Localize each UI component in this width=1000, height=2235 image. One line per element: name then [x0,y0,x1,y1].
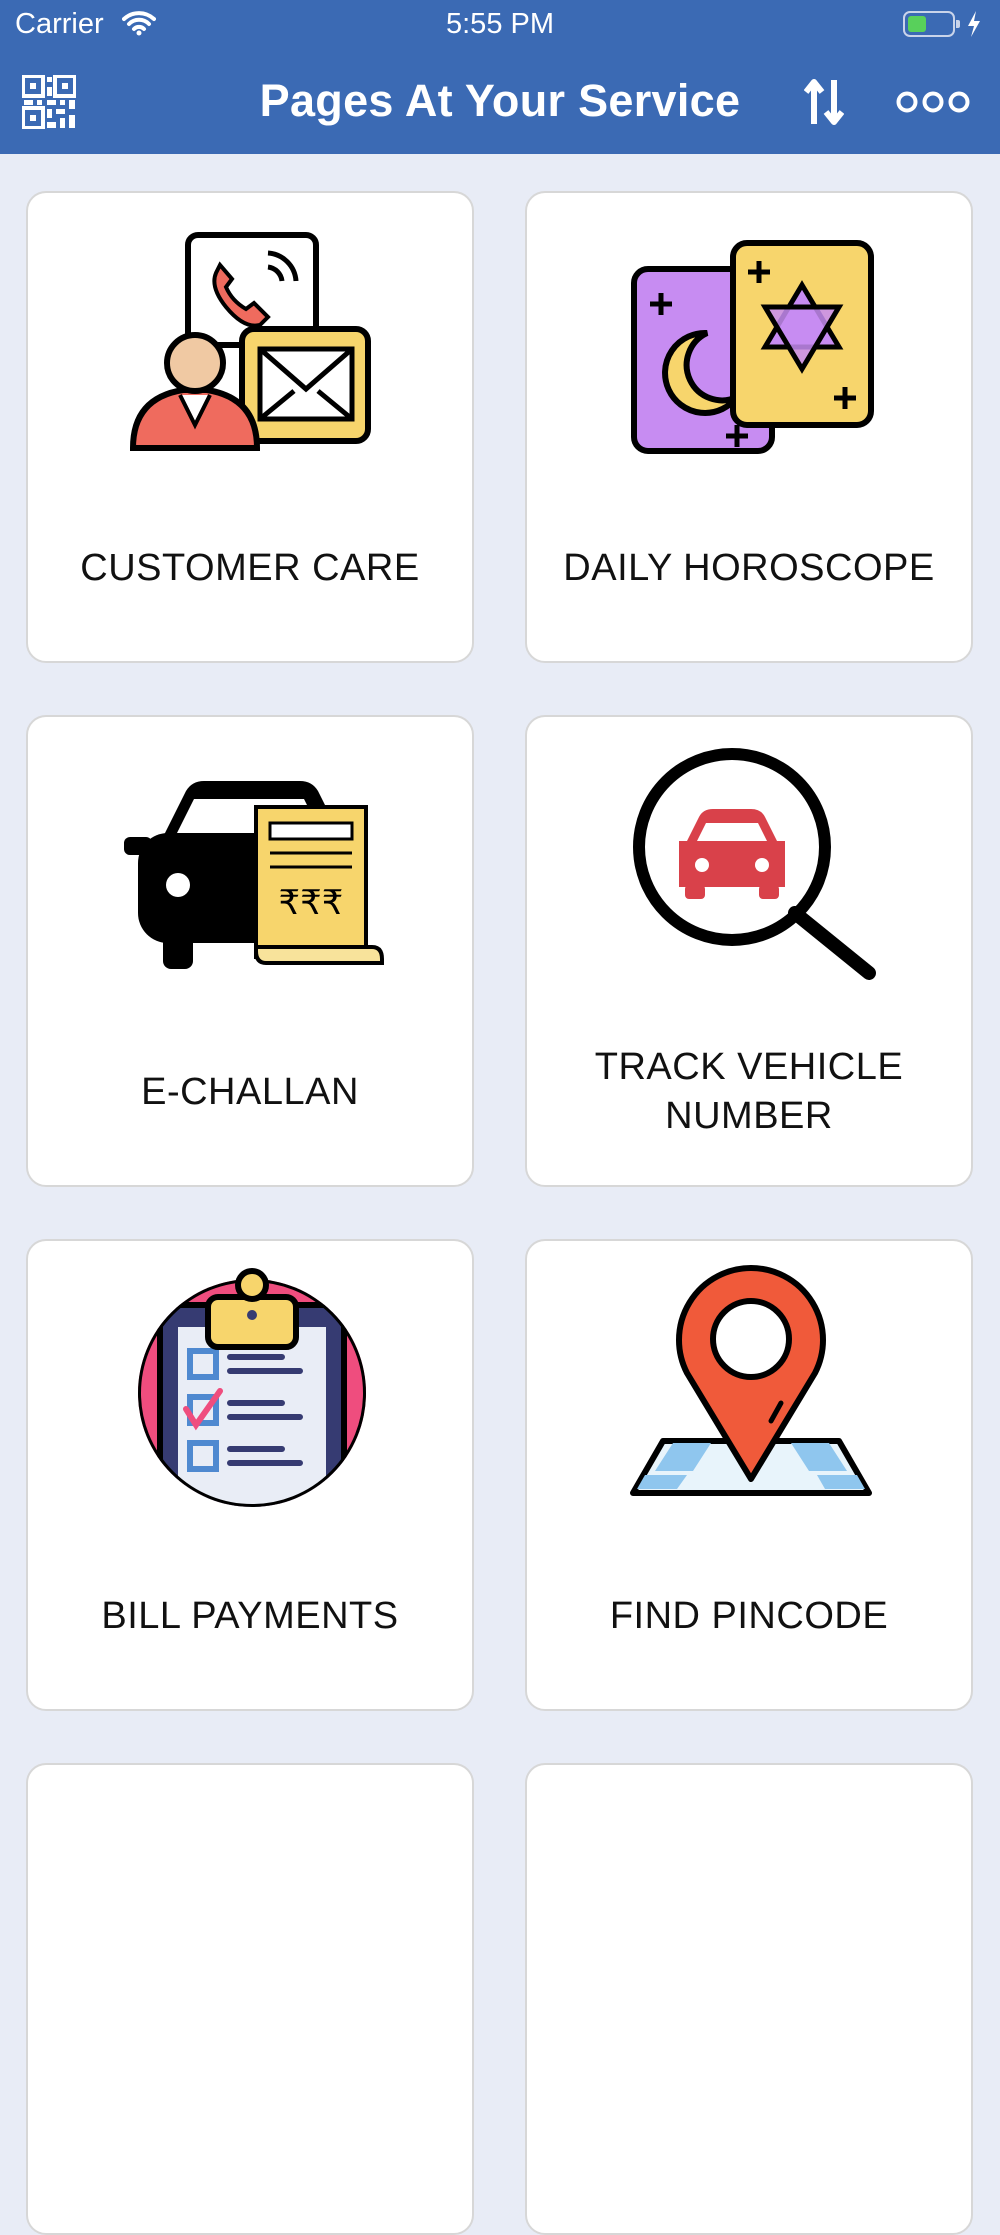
service-label: DAILY HOROSCOPE [563,546,935,589]
horoscope-icon [527,213,975,463]
services-grid: CUSTOMER CARE DAILY HOROSCOPE ₹₹₹ E-CHAL… [0,154,1000,2235]
service-label: TRACK VEHICLE NUMBER [594,1046,904,1137]
service-card-partial[interactable] [26,1763,474,2235]
clipboard-checklist-icon [28,1261,476,1511]
more-dots-icon[interactable] [896,90,970,119]
nav-bar: Pages At Your Service [0,50,1000,154]
sort-icon[interactable] [803,78,845,131]
service-card-customer-care[interactable]: CUSTOMER CARE [26,191,474,663]
service-label: FIND PINCODE [609,1594,889,1637]
map-pin-icon [527,1261,975,1511]
service-label: CUSTOMER CARE [80,546,420,589]
battery-icon [903,11,960,37]
app-header: Carrier 5:55 PM Pages At Your Service [0,0,1000,154]
car-challan-icon: ₹₹₹ [28,737,476,987]
service-card-daily-horoscope[interactable]: DAILY HOROSCOPE [525,191,973,663]
service-card-partial[interactable] [525,1763,973,2235]
page-title: Pages At Your Service [259,75,741,126]
status-time: 5:55 PM [446,8,554,40]
service-card-find-pincode[interactable]: FIND PINCODE [525,1239,973,1711]
status-bar: Carrier 5:55 PM [0,0,1000,50]
service-card-e-challan[interactable]: ₹₹₹ E-CHALLAN [26,715,474,1187]
charging-icon [966,10,982,46]
customer-care-icon [28,213,476,463]
service-label: E-CHALLAN [141,1070,359,1113]
service-card-track-vehicle-number[interactable]: TRACK VEHICLE NUMBER [525,715,973,1187]
vehicle-search-icon [527,737,975,987]
svg-text:₹₹₹: ₹₹₹ [279,883,344,923]
service-label: BILL PAYMENTS [101,1594,399,1637]
service-card-bill-payments[interactable]: BILL PAYMENTS [26,1239,474,1711]
